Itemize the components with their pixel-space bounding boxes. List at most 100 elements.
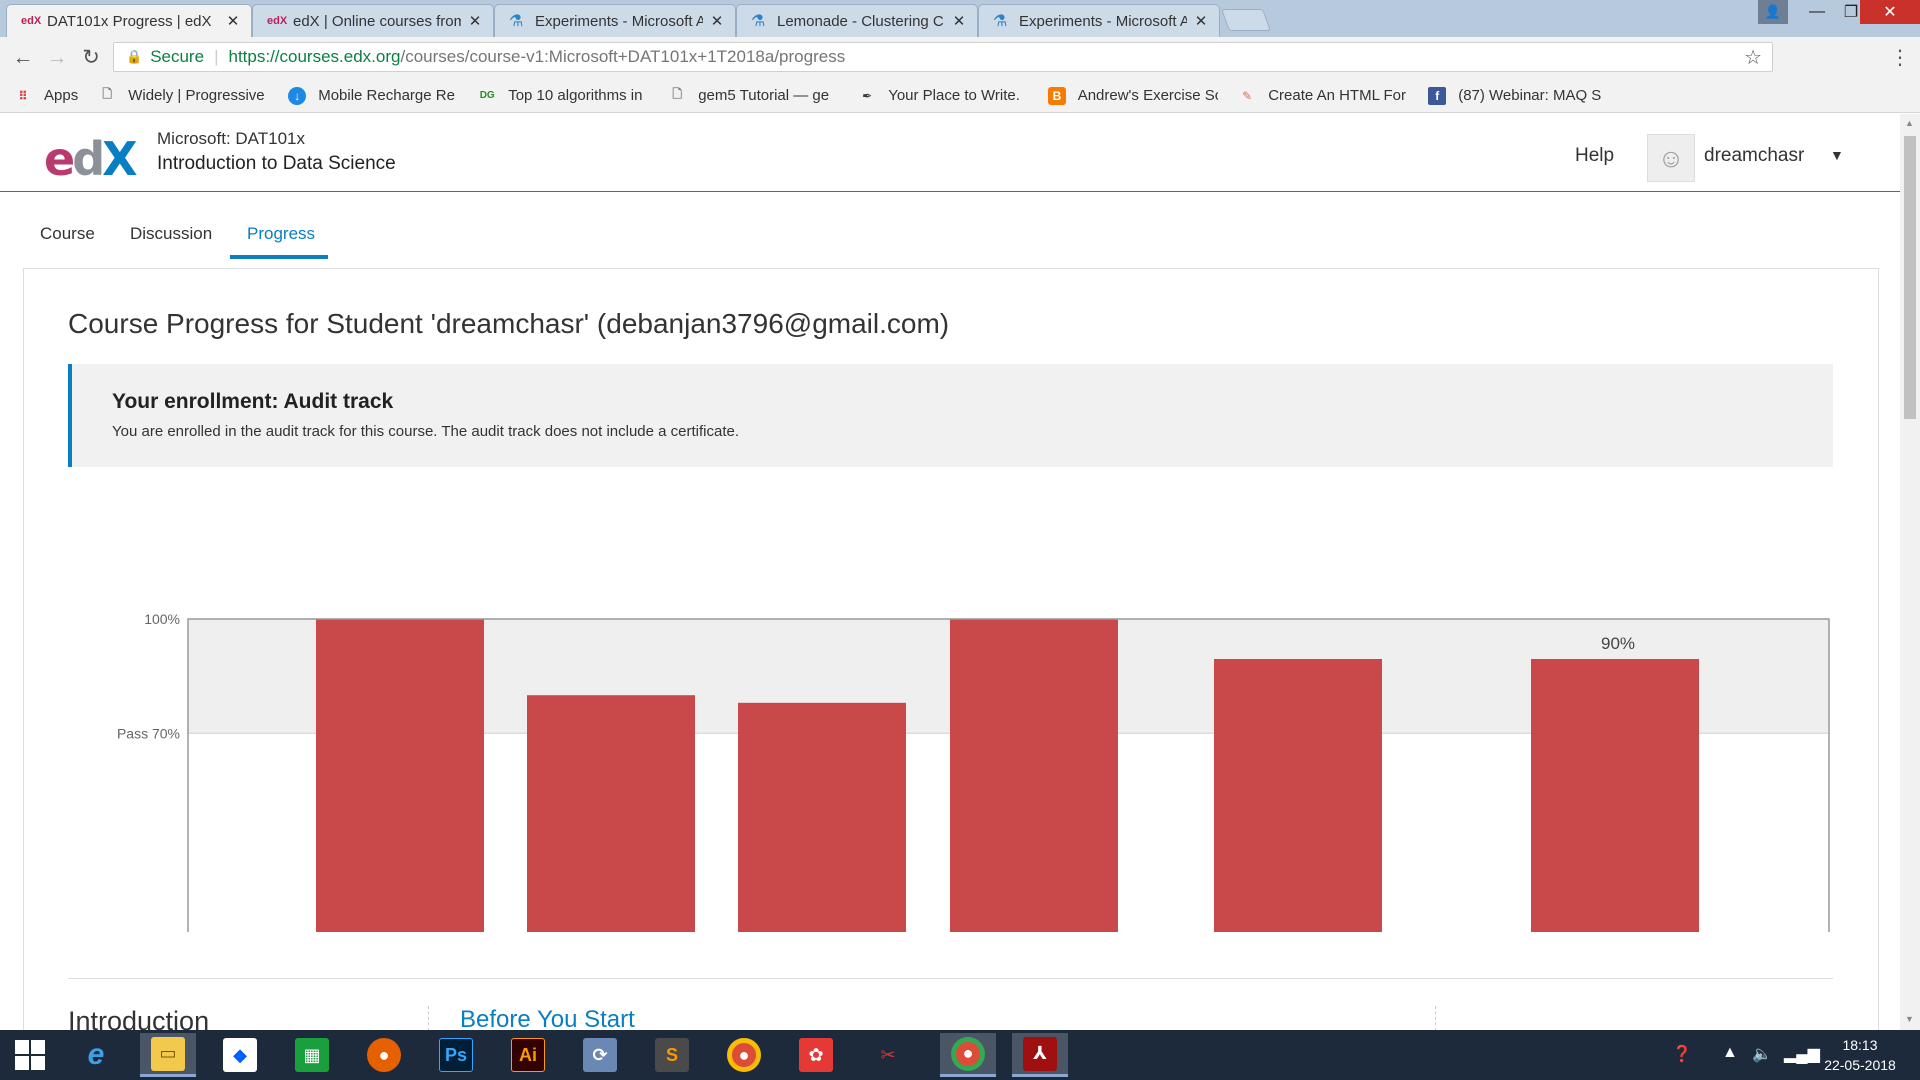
user-menu-caret-icon[interactable]: ▼ <box>1830 147 1844 163</box>
internet-explorer-icon[interactable]: e <box>68 1033 124 1077</box>
username[interactable]: dreamchasr <box>1704 145 1804 167</box>
file-explorer-icon[interactable]: ▭ <box>140 1033 196 1077</box>
tab-progress[interactable]: Progress <box>247 224 315 244</box>
recharge-icon: ↓ <box>288 86 307 105</box>
bookmark-item[interactable]: ✒ Your Place to Write. <box>858 87 1028 105</box>
forward-arrow-icon[interactable]: → <box>44 45 70 71</box>
bookmark-item[interactable]: 🗋 gem5 Tutorial — ge <box>668 87 838 105</box>
browser-toolbar: ← → ↻ 🔒 Secure | https://courses.edx.org… <box>0 37 1920 79</box>
enrollment-notice: Your enrollment: Audit track You are enr… <box>68 364 1833 467</box>
section-before-you-start[interactable]: Before You Start <box>460 1006 635 1030</box>
bookmark-apps[interactable]: ⠿ Apps <box>14 87 78 105</box>
column-separator <box>1435 1006 1436 1030</box>
snipping-tool-icon[interactable]: ✂ <box>860 1033 916 1077</box>
url-host: https://courses.edx.org <box>228 47 401 66</box>
minimize-window-button[interactable]: — <box>1800 0 1834 24</box>
bookmark-label: (87) Webinar: MAQ S <box>1458 87 1602 104</box>
bar <box>738 702 906 932</box>
bookmark-label: Andrew's Exercise Sc <box>1077 87 1219 104</box>
user-profile-icon[interactable]: 👤 <box>1758 0 1788 24</box>
close-tab-icon[interactable]: ✕ <box>1193 12 1209 30</box>
form-icon: ✎ <box>1242 88 1253 103</box>
close-tab-icon[interactable]: ✕ <box>709 12 725 30</box>
lock-icon: 🔒 <box>126 49 143 64</box>
help-tray-icon[interactable]: ❓ <box>1672 1044 1692 1064</box>
reload-icon[interactable]: ↻ <box>78 45 104 71</box>
start-button[interactable] <box>10 1039 50 1071</box>
close-window-button[interactable]: ✕ <box>1860 0 1920 24</box>
photoshop-icon[interactable]: Ps <box>428 1033 484 1077</box>
baidu-icon[interactable]: ✿ <box>788 1033 844 1077</box>
page-icon: 🗋 <box>102 87 113 101</box>
page-title: Course Progress for Student 'dreamchasr'… <box>68 308 950 339</box>
bar <box>316 619 484 932</box>
help-link[interactable]: Help <box>1575 145 1614 167</box>
tab-title: edX | Online courses from <box>293 12 461 30</box>
scroll-thumb[interactable] <box>1904 136 1916 419</box>
apps-grid-icon: ⠿ <box>18 88 28 103</box>
browser-menu-icon[interactable]: ⋮ <box>1890 45 1910 70</box>
separator: | <box>214 47 219 66</box>
close-tab-icon[interactable]: ✕ <box>225 12 241 30</box>
enrollment-title: Your enrollment: Audit track <box>112 390 394 413</box>
system-clock[interactable]: 18:13 22-05-2018 <box>1815 1035 1905 1075</box>
bookmark-item[interactable]: 🗋 Widely | Progressive <box>98 87 268 105</box>
course-org: Microsoft: DAT101x <box>157 129 306 148</box>
tray-expand-icon[interactable]: ▲ <box>1722 1044 1738 1062</box>
enrollment-text: You are enrolled in the audit track for … <box>112 423 740 440</box>
browser-tab[interactable]: edX edX | Online courses from ✕ <box>252 4 494 37</box>
chrome-icon[interactable]: ● <box>716 1033 772 1077</box>
store-icon[interactable]: ▦ <box>284 1033 340 1077</box>
avatar[interactable]: ☺ <box>1647 134 1695 182</box>
bookmark-item[interactable]: f (87) Webinar: MAQ S <box>1428 86 1603 105</box>
flask-icon: ⚗ <box>751 13 766 30</box>
chrome-running-icon[interactable]: ● <box>940 1033 996 1077</box>
bookmark-item[interactable]: ↓ Mobile Recharge Re <box>288 86 458 105</box>
dg-icon: DG <box>479 90 495 101</box>
browser-tab[interactable]: ⚗ Experiments - Microsoft A ✕ <box>494 4 736 37</box>
bookmark-label: Widely | Progressive <box>128 87 265 104</box>
bookmark-item[interactable]: DG Top 10 algorithms in <box>478 87 648 105</box>
tab-course[interactable]: Course <box>40 224 95 244</box>
facebook-icon: f <box>1428 86 1447 105</box>
bookmark-item[interactable]: B Andrew's Exercise Sc <box>1048 86 1219 105</box>
page-scrollbar[interactable]: ▲ ▼ <box>1900 114 1920 1030</box>
bookmark-label: Mobile Recharge Re <box>318 87 455 104</box>
grade-chart: Lab01Lab02Lab03Lab04LabAvgTotal0%Pass 70… <box>0 492 1900 932</box>
column-separator <box>428 1006 429 1030</box>
sublime-text-icon[interactable]: S <box>644 1033 700 1077</box>
browser-tab[interactable]: ⚗ Experiments - Microsoft A ✕ <box>978 4 1220 37</box>
volume-icon[interactable]: 🔈 <box>1752 1044 1772 1064</box>
sync-app-icon[interactable]: ⟳ <box>572 1033 628 1077</box>
windows-taskbar: e ▭ ◆ ▦ ● Ps Ai ⟳ S ● ✿ ✂ ● ⅄ ❓ ▲ 🔈 ▂▄▆ … <box>0 1030 1920 1080</box>
url-path: /courses/course-v1:Microsoft+DAT101x+1T2… <box>400 47 846 66</box>
flask-icon: ⚗ <box>993 13 1008 30</box>
back-arrow-icon[interactable]: ← <box>10 45 36 71</box>
tab-discussion[interactable]: Discussion <box>130 224 212 244</box>
dropbox-icon[interactable]: ◆ <box>212 1033 268 1077</box>
tab-title: Lemonade - Clustering C <box>777 12 944 30</box>
close-tab-icon[interactable]: ✕ <box>951 12 967 30</box>
bookmark-item[interactable]: ✎ Create An HTML For <box>1238 87 1408 105</box>
illustrator-icon[interactable]: Ai <box>500 1033 556 1077</box>
section-introduction: Introduction <box>68 1006 210 1030</box>
bookmark-label: Your Place to Write. <box>888 87 1020 104</box>
windows-logo-icon <box>15 1040 45 1070</box>
browser-tab[interactable]: edX DAT101x Progress | edX ✕ <box>6 4 252 37</box>
tab-title: Experiments - Microsoft A <box>1019 12 1187 30</box>
edx-logo[interactable]: edX <box>44 132 138 186</box>
acrobat-icon[interactable]: ⅄ <box>1012 1033 1068 1077</box>
firefox-icon[interactable]: ● <box>356 1033 412 1077</box>
grade-chart-svg: Lab01Lab02Lab03Lab04LabAvgTotal0%Pass 70… <box>117 611 1830 932</box>
scroll-down-arrow-icon[interactable]: ▼ <box>1905 1014 1914 1024</box>
address-bar[interactable]: 🔒 Secure | https://courses.edx.org /cour… <box>113 42 1773 72</box>
bookmark-star-icon[interactable]: ☆ <box>1744 45 1762 70</box>
new-tab-button[interactable] <box>1220 9 1272 31</box>
bookmark-label: Create An HTML For <box>1268 87 1407 104</box>
edx-icon: edX <box>267 15 288 27</box>
close-tab-icon[interactable]: ✕ <box>467 12 483 30</box>
bookmark-label: Apps <box>44 87 79 104</box>
browser-tab[interactable]: ⚗ Lemonade - Clustering C ✕ <box>736 4 978 37</box>
scroll-up-arrow-icon[interactable]: ▲ <box>1905 118 1914 128</box>
edx-icon: edX <box>21 15 42 27</box>
